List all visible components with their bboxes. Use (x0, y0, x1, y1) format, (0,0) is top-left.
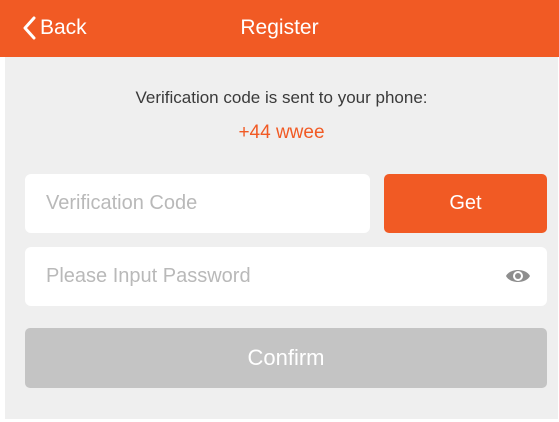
header-bar: Back Register (0, 0, 559, 57)
verification-code-field (25, 174, 370, 233)
confirm-button[interactable]: Confirm (25, 328, 547, 388)
password-field (25, 247, 547, 306)
phone-number: +44 wwee (238, 122, 325, 143)
eye-icon[interactable] (505, 265, 531, 287)
page-title: Register (240, 16, 319, 39)
register-screen: Back Register Verification code is sent … (0, 0, 559, 422)
register-form: Verification code is sent to your phone:… (5, 57, 558, 419)
get-code-button[interactable]: Get (384, 174, 547, 233)
password-input[interactable] (25, 247, 547, 306)
verification-code-input[interactable] (25, 174, 370, 233)
verification-info-text: Verification code is sent to your phone: (135, 88, 428, 107)
